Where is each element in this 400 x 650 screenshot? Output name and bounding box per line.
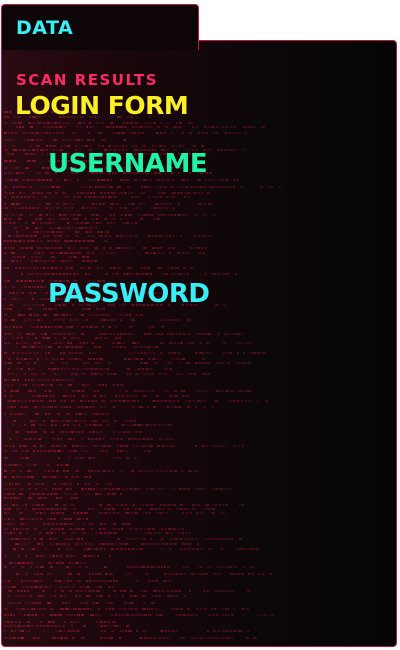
- data-tab-label: DATA: [16, 17, 74, 39]
- login-panel: SCAN RESULTS LOGIN FORM USERNAME PASSWOR…: [1, 40, 397, 647]
- login-form: SCAN RESULTS LOGIN FORM USERNAME PASSWOR…: [2, 41, 396, 646]
- username-input[interactable]: [48, 191, 348, 225]
- username-label: USERNAME: [48, 149, 208, 179]
- login-form-title: LOGIN FORM: [15, 91, 189, 120]
- tab-connector: [2, 38, 198, 42]
- scan-results-subtitle: SCAN RESULTS: [16, 71, 159, 89]
- password-label: PASSWORD: [48, 279, 210, 309]
- password-input[interactable]: [48, 321, 348, 355]
- data-tab[interactable]: DATA: [1, 4, 199, 50]
- login-window: DATA SCAN RESULTS LOGIN FORM USERNAME PA…: [0, 0, 400, 650]
